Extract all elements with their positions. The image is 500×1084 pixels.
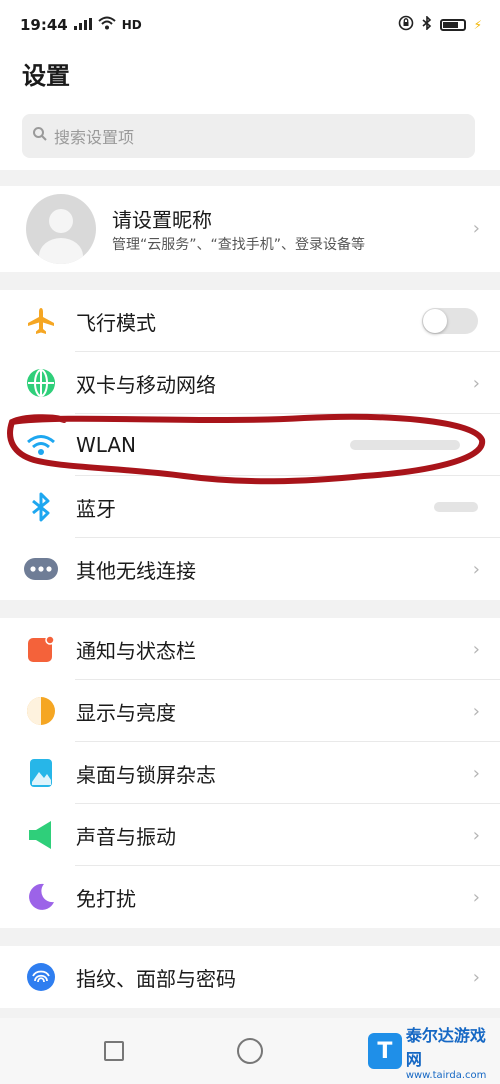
- bluetooth-status-blurred: [434, 502, 478, 512]
- item-label: 指纹、面部与密码: [76, 966, 236, 991]
- chevron-right-icon: ›: [472, 824, 480, 846]
- fingerprint-icon: [24, 960, 58, 994]
- chevron-right-icon: ›: [472, 700, 480, 722]
- more-icon: [24, 552, 58, 586]
- display-group: 通知与状态栏 › 显示与亮度 › 桌面与锁屏杂志 › 声音与振动 › 免打扰 ›: [0, 618, 500, 928]
- chevron-right-icon: ›: [472, 886, 480, 908]
- item-label: 显示与亮度: [76, 700, 176, 725]
- item-label: 蓝牙: [76, 496, 116, 521]
- brightness-icon: [24, 694, 58, 728]
- watermark-url: www.tairda.com: [405, 1069, 487, 1081]
- item-label: 声音与振动: [76, 824, 176, 849]
- chevron-right-icon: ›: [472, 762, 480, 784]
- chevron-right-icon: ›: [472, 638, 480, 660]
- settings-item-wlan[interactable]: WLAN: [0, 414, 500, 476]
- notification-icon: [24, 632, 58, 666]
- item-label: 通知与状态栏: [76, 638, 196, 663]
- page-title: 设置: [22, 62, 70, 90]
- globe-icon: [24, 366, 58, 400]
- bluetooth-icon: [24, 490, 58, 524]
- watermark-title: 泰尔达游戏网: [405, 1025, 486, 1069]
- site-watermark: T 泰尔达游戏网 www.tairda.com: [368, 1022, 496, 1081]
- wifi-status-icon: [98, 16, 116, 34]
- airplane-mode-toggle[interactable]: [422, 308, 478, 334]
- signal-icon: [73, 16, 92, 34]
- wlan-network-blurred: [350, 440, 460, 450]
- status-bar: 19:44 HD ⚡: [0, 0, 500, 50]
- item-label: WLAN: [76, 433, 137, 457]
- settings-item-other-wireless[interactable]: 其他无线连接 ›: [0, 538, 500, 600]
- settings-item-bluetooth[interactable]: 蓝牙: [0, 476, 500, 538]
- chevron-right-icon: ›: [472, 218, 480, 239]
- battery-icon: [439, 19, 466, 31]
- profile-name: 请设置昵称: [112, 208, 212, 232]
- item-label: 免打扰: [76, 886, 136, 911]
- connectivity-group: 飞行模式 双卡与移动网络 › WLAN 蓝牙 其他无线连接 ›: [0, 290, 500, 600]
- wifi-icon: [24, 428, 58, 462]
- settings-item-wallpaper[interactable]: 桌面与锁屏杂志 ›: [0, 742, 500, 804]
- hd-badge: HD: [121, 18, 142, 32]
- settings-item-sound[interactable]: 声音与振动 ›: [0, 804, 500, 866]
- item-label: 飞行模式: [76, 310, 156, 335]
- settings-header: 设置 搜索设置项: [0, 50, 500, 170]
- moon-icon: [24, 880, 58, 914]
- item-label: 双卡与移动网络: [76, 372, 216, 397]
- clock: 19:44: [20, 16, 68, 34]
- search-placeholder: 搜索设置项: [54, 128, 135, 147]
- search-input[interactable]: 搜索设置项: [22, 114, 475, 158]
- chevron-right-icon: ›: [472, 558, 480, 580]
- charging-icon: ⚡: [473, 18, 482, 32]
- airplane-icon: [24, 304, 58, 338]
- item-label: 其他无线连接: [76, 558, 196, 583]
- settings-item-display[interactable]: 显示与亮度 ›: [0, 680, 500, 742]
- chevron-right-icon: ›: [472, 372, 480, 394]
- settings-item-notifications[interactable]: 通知与状态栏 ›: [0, 618, 500, 680]
- settings-item-airplane-mode[interactable]: 飞行模式: [0, 290, 500, 352]
- settings-item-fingerprint[interactable]: 指纹、面部与密码 ›: [0, 946, 500, 1008]
- watermark-logo: T: [368, 1033, 402, 1069]
- item-label: 桌面与锁屏杂志: [76, 762, 216, 787]
- avatar: [26, 194, 96, 264]
- search-icon: [32, 126, 48, 146]
- settings-item-do-not-disturb[interactable]: 免打扰 ›: [0, 866, 500, 928]
- home-button[interactable]: [237, 1038, 263, 1064]
- wallpaper-icon: [24, 756, 58, 790]
- recent-apps-button[interactable]: [104, 1041, 124, 1061]
- settings-item-dual-sim[interactable]: 双卡与移动网络 ›: [0, 352, 500, 414]
- account-profile[interactable]: 请设置昵称 管理“云服务”、“查找手机”、登录设备等 ›: [0, 186, 500, 272]
- bluetooth-status-icon: [422, 15, 432, 34]
- profile-subtitle: 管理“云服务”、“查找手机”、登录设备等: [112, 237, 366, 253]
- sound-icon: [24, 818, 58, 852]
- security-group: 指纹、面部与密码 ›: [0, 946, 500, 1008]
- lock-rotation-icon: [398, 15, 414, 35]
- chevron-right-icon: ›: [472, 966, 480, 988]
